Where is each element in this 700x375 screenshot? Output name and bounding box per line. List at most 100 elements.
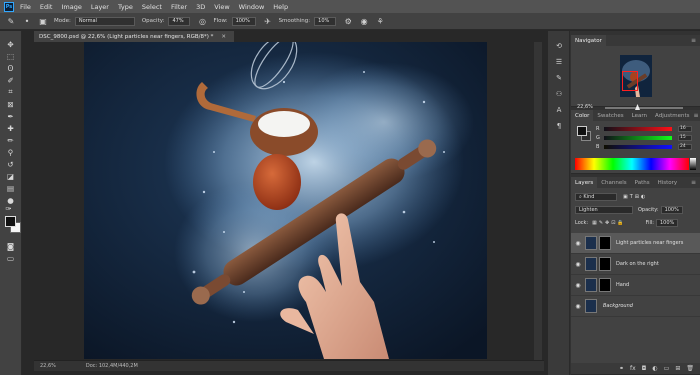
pressure-opacity-icon[interactable]: ◎: [197, 16, 207, 26]
brush-tool-icon[interactable]: ✎: [6, 16, 16, 26]
tab-navigator[interactable]: Navigator: [571, 35, 606, 46]
foreground-color-swatch[interactable]: [5, 216, 16, 227]
gradient-tool-icon[interactable]: ▤: [5, 183, 16, 193]
panel-menu-icon[interactable]: ≡: [691, 37, 696, 44]
tab-channels[interactable]: Channels: [597, 177, 630, 188]
eraser-tool-icon[interactable]: ◪: [5, 171, 16, 181]
layer-row-hand[interactable]: ◉ Hand: [571, 275, 700, 296]
grayscale-ramp[interactable]: [690, 158, 696, 170]
layer-row-light-particles[interactable]: ◉ Light particles near fingers: [571, 233, 700, 254]
tab-layers[interactable]: Layers: [571, 177, 598, 188]
eye-icon[interactable]: ◉: [571, 303, 585, 310]
zoom-level[interactable]: 22,6%: [40, 363, 56, 369]
menu-filter[interactable]: Filter: [171, 3, 187, 11]
menu-view[interactable]: View: [214, 3, 229, 11]
screen-mode-icon[interactable]: ▭: [5, 253, 16, 263]
navigator-thumbnail[interactable]: [620, 55, 652, 97]
blue-slider[interactable]: [604, 144, 672, 149]
trash-icon[interactable]: 🗑: [686, 365, 694, 372]
brush-panel-icon[interactable]: ✎: [554, 73, 564, 83]
menu-select[interactable]: Select: [142, 3, 162, 11]
eye-icon[interactable]: ◉: [571, 261, 585, 268]
history-panel-icon[interactable]: ⟲: [554, 41, 564, 51]
airbrush-icon[interactable]: ✈: [263, 16, 273, 26]
menu-layer[interactable]: Layer: [91, 3, 109, 11]
adjustment-layer-icon[interactable]: ◐: [652, 365, 657, 372]
green-value[interactable]: 15: [678, 134, 692, 141]
lasso-tool-icon[interactable]: ʘ: [5, 63, 16, 73]
foreground-color[interactable]: [577, 126, 587, 136]
new-group-icon[interactable]: ▭: [664, 365, 670, 372]
properties-panel-icon[interactable]: ☰: [554, 57, 564, 67]
new-layer-icon[interactable]: ⊞: [675, 365, 680, 372]
layer-style-icon[interactable]: fx: [630, 365, 636, 372]
brush-tool-icon[interactable]: ✏: [5, 135, 16, 145]
smoothing-field[interactable]: 10%: [314, 16, 337, 26]
navigator-view-box[interactable]: [622, 71, 638, 91]
layer-mask-thumbnail[interactable]: [599, 236, 611, 250]
add-mask-icon[interactable]: ◘: [642, 365, 647, 372]
menu-help[interactable]: Help: [273, 3, 288, 11]
link-layers-icon[interactable]: ⚭: [619, 365, 624, 372]
menu-image[interactable]: Image: [61, 3, 81, 11]
layer-fill-field[interactable]: 100%: [656, 218, 678, 227]
layer-opacity-field[interactable]: 100%: [660, 205, 683, 214]
canvas-image[interactable]: [84, 42, 487, 359]
tab-paths[interactable]: Paths: [631, 177, 654, 188]
eye-icon[interactable]: ◉: [571, 282, 585, 289]
smoothing-label: Smoothing:: [278, 18, 311, 24]
panel-menu-icon[interactable]: ≡: [693, 112, 698, 119]
quick-select-tool-icon[interactable]: ✐: [5, 75, 16, 85]
opacity-field[interactable]: 47%: [168, 16, 191, 26]
document-tab[interactable]: DSC_9800.psd @ 22,6% (Light particles ne…: [34, 31, 234, 42]
blend-mode-select[interactable]: Lighten: [575, 205, 633, 214]
panel-menu-icon[interactable]: ≡: [691, 179, 696, 186]
tab-swatches[interactable]: Swatches: [593, 110, 627, 121]
layer-filter-kind[interactable]: ⌕ Kind: [575, 192, 617, 201]
eye-icon[interactable]: ◉: [571, 240, 585, 247]
move-tool-icon[interactable]: ✥: [5, 39, 16, 49]
pressure-size-icon[interactable]: ◉: [359, 16, 369, 26]
frame-tool-icon[interactable]: ⊠: [5, 99, 16, 109]
pen-tool-icon[interactable]: ✑: [3, 203, 14, 213]
brush-preset-icon[interactable]: •: [22, 16, 32, 26]
tab-learn[interactable]: Learn: [628, 110, 651, 121]
marquee-tool-icon[interactable]: ⬚: [5, 51, 16, 61]
history-brush-icon[interactable]: ↺: [5, 159, 16, 169]
stamp-tool-icon[interactable]: ⚲: [5, 147, 16, 157]
healing-tool-icon[interactable]: ✚: [5, 123, 16, 133]
color-spectrum[interactable]: [575, 158, 689, 170]
tab-color[interactable]: Color: [571, 110, 594, 121]
menu-file[interactable]: File: [20, 3, 31, 11]
menu-3d[interactable]: 3D: [196, 3, 205, 11]
menu-type[interactable]: Type: [118, 3, 133, 11]
navigator-zoom-slider[interactable]: [605, 104, 683, 110]
clone-source-icon[interactable]: ⚇: [554, 89, 564, 99]
character-panel-icon[interactable]: A: [554, 105, 564, 115]
menu-window[interactable]: Window: [239, 3, 265, 11]
eyedropper-tool-icon[interactable]: ✒: [5, 111, 16, 121]
tab-history[interactable]: History: [654, 177, 682, 188]
layer-mask-thumbnail[interactable]: [599, 278, 611, 292]
green-slider[interactable]: [604, 135, 672, 140]
symmetry-icon[interactable]: ⚘: [375, 16, 385, 26]
layer-row-background[interactable]: ◉ Background: [571, 296, 700, 317]
close-icon[interactable]: ✕: [221, 34, 226, 40]
blue-value[interactable]: 24: [678, 143, 692, 150]
lock-icons[interactable]: ▦✎✥⊡🔒: [592, 220, 626, 226]
crop-tool-icon[interactable]: ⌗: [5, 87, 16, 97]
red-value[interactable]: 16: [678, 125, 692, 132]
mode-select[interactable]: Normal: [74, 16, 135, 26]
red-slider[interactable]: [604, 126, 672, 131]
filter-icons[interactable]: ▣T⊞◐: [623, 194, 647, 200]
layer-row-dark-on-right[interactable]: ◉ Dark on the right: [571, 254, 700, 275]
quick-mask-icon[interactable]: ◙: [5, 241, 16, 251]
tab-adjustments[interactable]: Adjustments: [651, 110, 693, 121]
smoothing-options-icon[interactable]: ⚙: [343, 16, 353, 26]
brush-settings-icon[interactable]: ▣: [38, 16, 48, 26]
paragraph-panel-icon[interactable]: ¶: [554, 121, 564, 131]
vertical-scrollbar[interactable]: [534, 42, 542, 360]
layer-mask-thumbnail[interactable]: [599, 257, 611, 271]
menu-edit[interactable]: Edit: [40, 3, 53, 11]
flow-field[interactable]: 100%: [231, 16, 256, 26]
